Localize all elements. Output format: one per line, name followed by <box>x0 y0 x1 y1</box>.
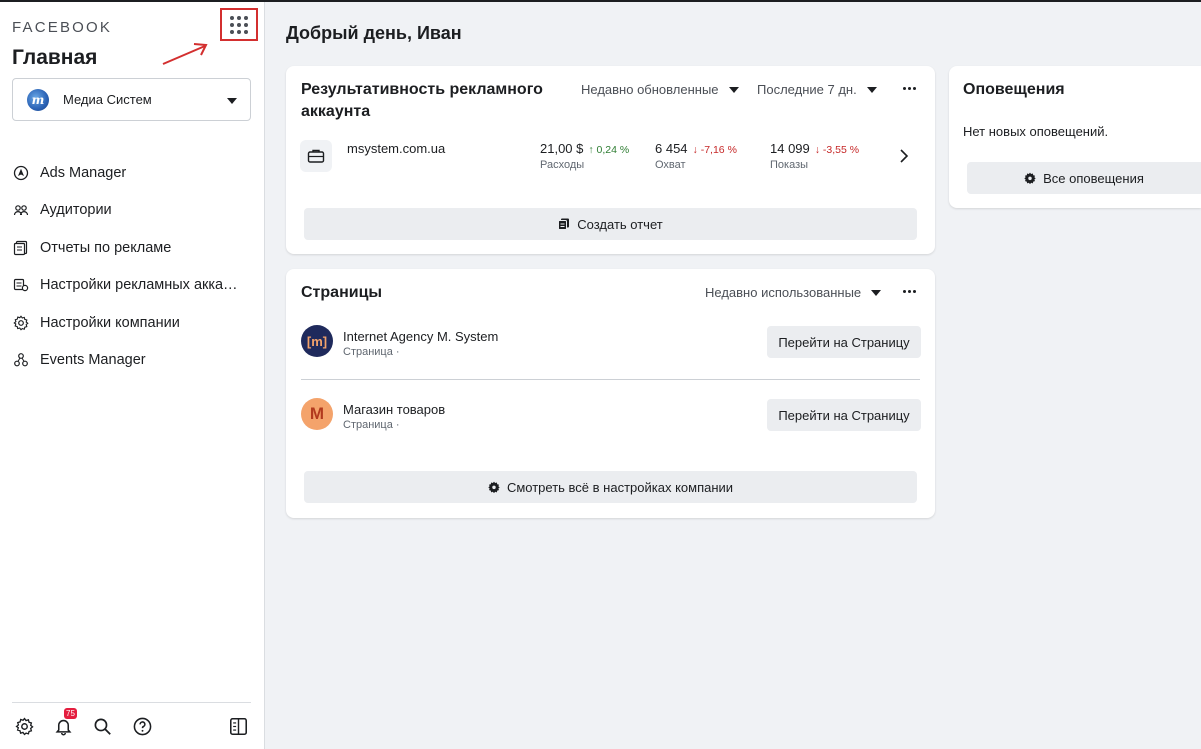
notifications-card: Оповещения Нет новых оповещений. Все опо… <box>949 66 1201 208</box>
notifications-card-title: Оповещения <box>963 81 1065 98</box>
account-selector[interactable]: m Медиа Систем <box>12 78 251 121</box>
go-to-page-button[interactable]: Перейти на Страницу <box>767 326 921 358</box>
page-avatar: [m] <box>301 325 333 357</box>
more-options-icon[interactable] <box>903 290 916 293</box>
chevron-down-icon <box>866 86 877 93</box>
sidebar-toggle-icon <box>229 717 247 735</box>
sidebar: FACEBOOK Главная m Медиа Систем Ads Mana… <box>0 2 265 749</box>
chevron-down-icon <box>871 289 882 296</box>
help-icon <box>133 717 151 735</box>
sidebar-item-label: Ads Manager <box>40 164 127 181</box>
metric-impressions-change: ↓ -3,55 % <box>814 144 860 156</box>
ads-manager-icon <box>12 164 30 182</box>
metric-spend-value: 21,00 $ <box>540 141 584 156</box>
more-options-icon[interactable] <box>903 87 916 90</box>
page-name[interactable]: Internet Agency M. System <box>343 329 498 344</box>
metric-impressions-label: Показы <box>770 159 809 171</box>
collapse-sidebar-button[interactable] <box>226 714 250 738</box>
page-title: Главная <box>12 46 98 69</box>
view-all-in-business-settings-button[interactable]: Смотреть всё в настройках компании <box>304 471 917 503</box>
chevron-down-icon <box>728 86 739 93</box>
no-notifications-text: Нет новых оповещений. <box>963 124 1109 139</box>
sidebar-item-ads-manager[interactable]: Ads Manager <box>12 154 252 192</box>
facebook-brand: FACEBOOK <box>12 19 113 36</box>
gear-icon <box>488 481 500 493</box>
create-report-button[interactable]: Создать отчет <box>304 208 917 240</box>
account-logo: m <box>27 88 49 111</box>
help-button[interactable] <box>130 714 154 738</box>
pages-sort-dropdown[interactable]: Недавно использованные <box>705 285 882 300</box>
page-subtitle: Страница · <box>343 346 400 358</box>
events-manager-icon <box>12 351 30 369</box>
metric-reach-change: ↓ -7,16 % <box>692 144 737 156</box>
metric-reach-label: Охват <box>655 159 686 171</box>
gear-icon <box>14 717 34 735</box>
pages-card-title: Страницы <box>301 284 383 301</box>
gear-icon <box>12 314 30 332</box>
settings-button[interactable] <box>12 714 36 738</box>
ad-account-name[interactable]: msystem.com.ua <box>347 141 445 156</box>
sort-dropdown[interactable]: Недавно обновленные <box>581 82 739 97</box>
go-to-page-button[interactable]: Перейти на Страницу <box>767 399 921 431</box>
sidebar-item-events-manager[interactable]: Events Manager <box>12 342 252 380</box>
search-button[interactable] <box>90 714 114 738</box>
page-subtitle: Страница · <box>343 419 400 431</box>
sidebar-item-ad-account-settings[interactable]: Настройки рекламных аккау... <box>12 267 252 305</box>
row-divider <box>301 379 920 380</box>
ad-account-avatar <box>300 140 332 172</box>
sidebar-item-label: Аудитории <box>40 202 112 219</box>
sidebar-item-audiences[interactable]: Аудитории <box>12 192 252 230</box>
report-icon <box>558 218 570 230</box>
sidebar-item-label: Настройки компании <box>40 314 180 331</box>
view-all-label: Смотреть всё в настройках компании <box>506 479 734 495</box>
period-dropdown[interactable]: Последние 7 дн. <box>757 82 877 97</box>
metric-reach-value: 6 454 <box>655 141 688 156</box>
sidebar-footer-divider <box>12 702 251 703</box>
ad-account-performance-card: Результативность рекламного аккаунта Нед… <box>286 66 935 254</box>
grid-menu-icon <box>230 15 248 34</box>
briefcase-icon <box>307 149 325 163</box>
bell-icon <box>55 719 71 736</box>
metric-spend-label: Расходы <box>540 159 585 171</box>
annotation-arrow-icon <box>162 43 208 65</box>
sidebar-item-label: Настройки рекламных аккау... <box>40 277 240 294</box>
metric-impressions-value: 14 099 <box>770 141 810 156</box>
performance-card-title: Результативность рекламного аккаунта <box>301 81 543 120</box>
period-dropdown-label: Последние 7 дн. <box>757 82 857 97</box>
notifications-button[interactable]: 75 <box>51 708 77 738</box>
sort-dropdown-label: Недавно обновленные <box>581 82 719 97</box>
sidebar-item-label: Отчеты по рекламе <box>40 239 172 256</box>
metric-spend: 21,00 $ ↑ 0,24 % <box>540 141 629 156</box>
audiences-icon <box>12 201 30 219</box>
all-tools-button[interactable] <box>220 8 258 41</box>
ad-account-settings-icon <box>12 276 30 294</box>
page-name[interactable]: Магазин товаров <box>343 402 445 417</box>
reports-icon <box>12 239 30 257</box>
sidebar-nav: Ads Manager Аудитории Отчеты по рекламе … <box>12 154 252 379</box>
all-notifications-label: Все оповещения <box>1043 170 1144 186</box>
chevron-right-icon[interactable] <box>899 149 909 163</box>
greeting: Добрый день, Иван <box>286 23 462 43</box>
metric-reach: 6 454 ↓ -7,16 % <box>655 141 737 156</box>
pages-card: Страницы Недавно использованные [m] Inte… <box>286 269 935 518</box>
all-notifications-button[interactable]: Все оповещения <box>967 162 1201 194</box>
sidebar-item-label: Events Manager <box>40 352 146 369</box>
pages-sort-label: Недавно использованные <box>705 285 862 300</box>
notification-count-badge: 75 <box>64 708 77 719</box>
search-icon <box>94 718 111 735</box>
sidebar-item-ad-reports[interactable]: Отчеты по рекламе <box>12 229 252 267</box>
create-report-label: Создать отчет <box>577 216 663 232</box>
account-name: Медиа Систем <box>63 92 152 107</box>
gear-icon <box>1024 172 1036 184</box>
metric-impressions: 14 099 ↓ -3,55 % <box>770 141 859 156</box>
chevron-down-icon <box>227 98 237 104</box>
page-avatar: M <box>301 398 333 430</box>
sidebar-item-business-settings[interactable]: Настройки компании <box>12 304 252 342</box>
metric-spend-change: ↑ 0,24 % <box>588 144 630 156</box>
